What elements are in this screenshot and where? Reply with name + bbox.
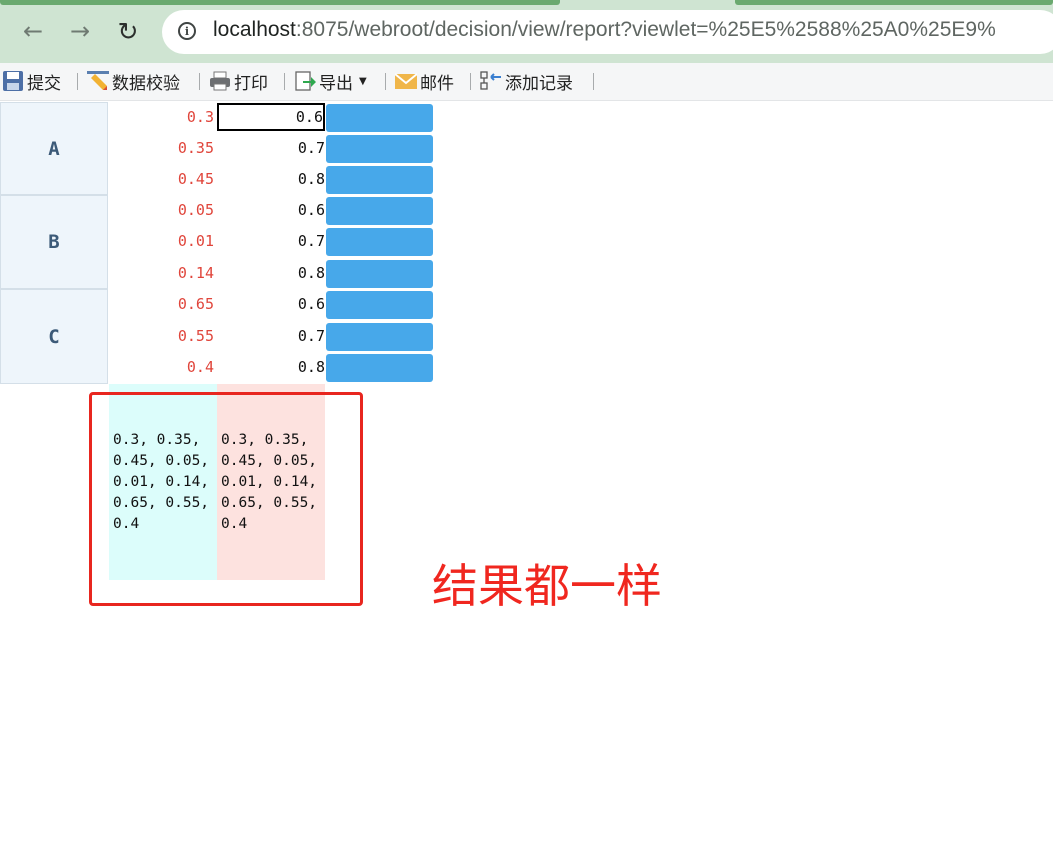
value-cell[interactable]: 0.6 xyxy=(217,195,325,226)
reload-button[interactable]: ↻ xyxy=(111,14,145,48)
value-cell[interactable]: 0.6 xyxy=(217,289,325,320)
value-cell[interactable]: 0.8 xyxy=(217,164,325,195)
tab-edge xyxy=(735,0,1053,5)
envelope-icon xyxy=(395,70,417,92)
add-record-label: 添加记录 xyxy=(505,73,573,94)
row-button[interactable] xyxy=(326,323,433,351)
toolbar-separator xyxy=(470,73,471,90)
url-host: localhost xyxy=(213,18,296,41)
value-cell[interactable]: 0.05 xyxy=(110,195,216,226)
value-cell[interactable]: 0.7 xyxy=(217,321,325,352)
group-header-b: B xyxy=(0,195,108,289)
add-record-button[interactable]: 添加记录 xyxy=(480,69,573,94)
annotation-text: 结果都一样 xyxy=(432,559,662,613)
export-label: 导出 xyxy=(319,73,353,94)
row-button[interactable] xyxy=(326,354,433,382)
print-button[interactable]: 打印 xyxy=(209,69,268,94)
mail-label: 邮件 xyxy=(420,73,454,94)
value-cell[interactable]: 0.35 xyxy=(110,133,216,164)
value-cell[interactable]: 0.55 xyxy=(110,321,216,352)
info-icon[interactable]: i xyxy=(178,22,196,40)
value-cell[interactable]: 0.65 xyxy=(110,289,216,320)
forward-button[interactable]: → xyxy=(63,14,97,48)
value-cell[interactable]: 0.8 xyxy=(217,258,325,289)
submit-label: 提交 xyxy=(27,73,61,94)
report-toolbar: 提交 数据校验 打印 导出 ▼ 邮件 添加记录 xyxy=(0,63,1053,101)
toolbar-separator xyxy=(385,73,386,90)
value-cell[interactable]: 0.45 xyxy=(110,164,216,195)
export-button[interactable]: 导出 ▼ xyxy=(294,69,367,94)
validate-button[interactable]: 数据校验 xyxy=(87,69,180,94)
row-button[interactable] xyxy=(326,260,433,288)
back-button[interactable]: ← xyxy=(16,14,50,48)
group-header-c: C xyxy=(0,289,108,384)
value-cell[interactable]: 0.7 xyxy=(217,133,325,164)
value-cell[interactable]: 0.01 xyxy=(110,226,216,257)
submit-button[interactable]: 提交 xyxy=(2,69,61,94)
validate-label: 数据校验 xyxy=(112,73,180,94)
value-cell[interactable]: 0.14 xyxy=(110,258,216,289)
group-header-a: A xyxy=(0,102,108,195)
row-button[interactable] xyxy=(326,291,433,319)
value-cell[interactable]: 0.8 xyxy=(217,352,325,383)
add-record-icon xyxy=(480,70,502,92)
annotation-box xyxy=(89,392,363,606)
print-label: 打印 xyxy=(234,73,268,94)
toolbar-separator xyxy=(77,73,78,90)
toolbar-separator xyxy=(593,73,594,90)
reload-icon: ↻ xyxy=(117,16,139,46)
row-button[interactable] xyxy=(326,104,433,132)
row-button[interactable] xyxy=(326,166,433,194)
arrow-right-icon: → xyxy=(69,17,91,45)
toolbar-separator xyxy=(199,73,200,90)
value-cell[interactable]: 0.4 xyxy=(110,352,216,383)
url-text[interactable]: localhost:8075/webroot/decision/view/rep… xyxy=(213,18,996,42)
pencil-icon xyxy=(87,70,109,92)
export-icon xyxy=(294,70,316,92)
row-button[interactable] xyxy=(326,228,433,256)
active-tab-edge xyxy=(0,0,560,5)
value-cell[interactable]: 0.3 xyxy=(110,102,216,133)
url-path: :8075/webroot/decision/view/report?viewl… xyxy=(295,18,996,41)
toolbar-separator xyxy=(284,73,285,90)
row-button[interactable] xyxy=(326,135,433,163)
arrow-left-icon: ← xyxy=(22,17,44,45)
printer-icon xyxy=(209,70,231,92)
value-cell[interactable]: 0.7 xyxy=(217,226,325,257)
row-button[interactable] xyxy=(326,197,433,225)
value-cell-selected[interactable]: 0.6 xyxy=(217,103,325,131)
caret-down-icon: ▼ xyxy=(359,75,367,87)
browser-toolbar: ← → ↻ i localhost:8075/webroot/decision/… xyxy=(0,0,1053,63)
save-icon xyxy=(2,70,24,92)
mail-button[interactable]: 邮件 xyxy=(395,69,454,94)
